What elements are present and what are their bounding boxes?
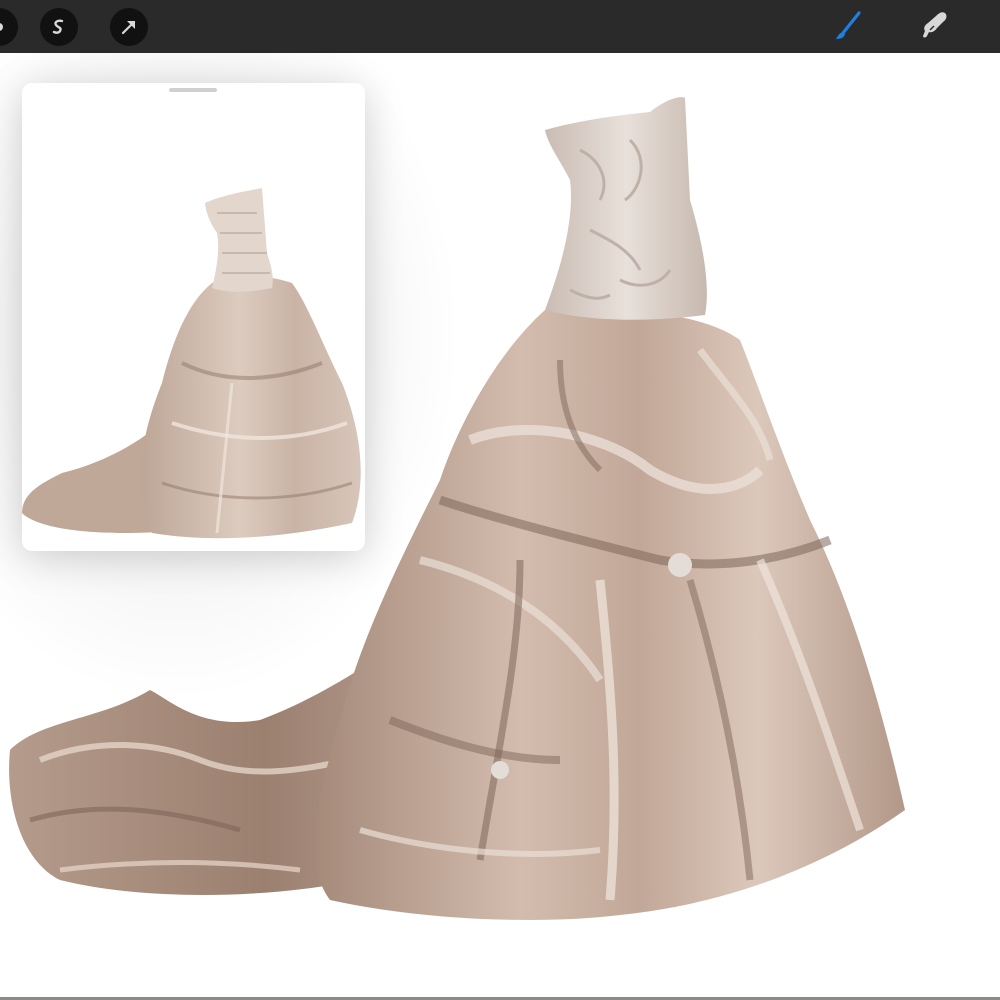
- reference-dress-photo: [22, 188, 361, 539]
- transform-arrow-icon[interactable]: [110, 8, 148, 46]
- smudge-icon[interactable]: [914, 6, 954, 46]
- brush-icon[interactable]: [828, 6, 868, 46]
- partial-tool-icon[interactable]: [0, 8, 18, 46]
- drawing-canvas[interactable]: [0, 53, 1000, 1000]
- top-toolbar: [0, 0, 1000, 53]
- selection-icon[interactable]: [40, 8, 78, 46]
- reference-panel[interactable]: [22, 83, 365, 551]
- reference-drag-handle[interactable]: [169, 88, 217, 92]
